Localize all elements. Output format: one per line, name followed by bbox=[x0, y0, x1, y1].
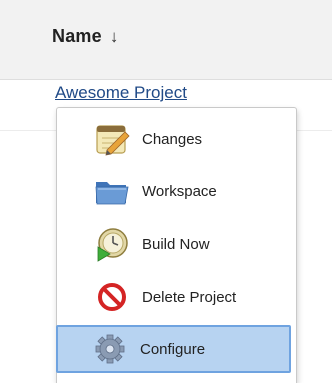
folder-icon bbox=[95, 182, 129, 205]
menu-item-workspace[interactable]: Workspace bbox=[57, 165, 296, 217]
column-header-label: Name bbox=[52, 26, 102, 46]
name-column-header[interactable]: Name ↓ bbox=[52, 26, 119, 47]
job-list-page: Name ↓ Awesome Project Changes Workspace… bbox=[0, 0, 332, 383]
context-menu: Changes Workspace Build Now Delete Proje… bbox=[56, 107, 297, 383]
menu-item-delete-project[interactable]: Delete Project bbox=[57, 271, 296, 323]
menu-item-build-now[interactable]: Build Now bbox=[57, 218, 296, 270]
menu-item-configure[interactable]: Configure bbox=[56, 325, 291, 373]
build-clock-icon bbox=[97, 228, 128, 262]
menu-item-label: Delete Project bbox=[142, 288, 237, 306]
menu-item-label: Configure bbox=[140, 340, 206, 358]
table-header: Name ↓ bbox=[0, 0, 332, 80]
menu-item-label: Workspace bbox=[142, 182, 217, 200]
project-link[interactable]: Awesome Project bbox=[55, 83, 187, 103]
sort-down-icon: ↓ bbox=[109, 27, 119, 46]
menu-item-changes[interactable]: Changes bbox=[57, 113, 296, 165]
menu-item-label: Build Now bbox=[142, 235, 210, 253]
gear-icon bbox=[95, 334, 125, 364]
menu-item-label: Changes bbox=[142, 130, 203, 148]
no-entry-icon bbox=[98, 283, 126, 311]
notepad-pencil-icon bbox=[96, 125, 130, 156]
